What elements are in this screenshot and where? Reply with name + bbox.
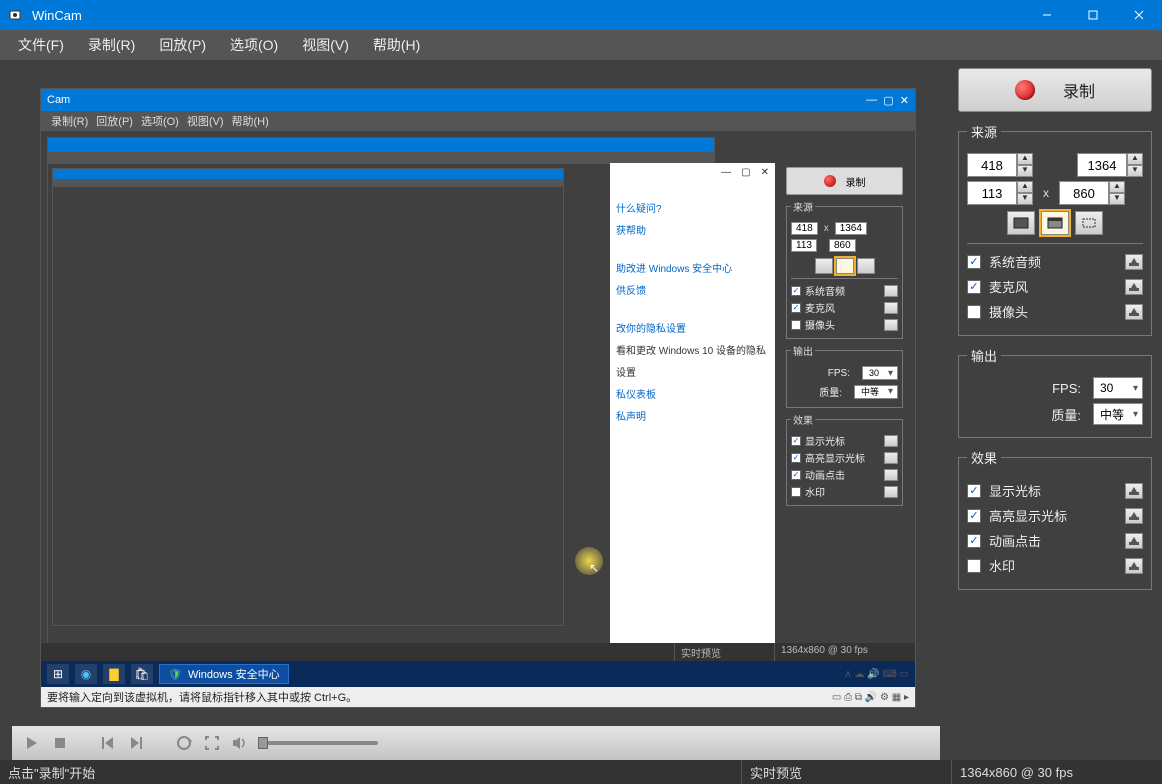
output-legend: 输出 xyxy=(967,346,1001,365)
menu-help[interactable]: 帮助(H) xyxy=(363,31,430,59)
status-mid: 实时预览 xyxy=(742,760,952,784)
maximize-button[interactable] xyxy=(1070,0,1116,30)
dimension-x-label: x xyxy=(1039,186,1053,200)
menu-playback[interactable]: 回放(P) xyxy=(149,31,216,59)
nested-menubar: 录制(R) 回放(P) 选项(O) 视图(V) 帮助(H) xyxy=(41,111,915,131)
mic-checkbox[interactable]: ✓麦克风 xyxy=(967,277,1028,296)
highlight-cursor-checkbox[interactable]: ✓高亮显示光标 xyxy=(967,506,1067,525)
play-button[interactable] xyxy=(22,733,42,753)
effects-panel: 效果 ✓显示光标 ✓高亮显示光标 ✓动画点击 水印 xyxy=(958,448,1152,590)
record-button-label: 录制 xyxy=(1063,78,1095,102)
mode-region-button[interactable] xyxy=(1075,211,1103,235)
status-left: 点击"录制"开始 xyxy=(0,760,742,784)
show-cursor-config-button[interactable] xyxy=(1125,483,1143,499)
quality-label: 质量: xyxy=(1051,405,1081,424)
stop-button[interactable] xyxy=(50,733,70,753)
app-icon xyxy=(8,7,24,23)
output-panel: 输出 FPS: 30 质量: 中等 xyxy=(958,346,1152,438)
nested-title: Cam xyxy=(47,94,70,106)
highlight-cursor-config-button[interactable] xyxy=(1125,508,1143,524)
sys-audio-config-button[interactable] xyxy=(1125,254,1143,270)
edge-icon: ◉ xyxy=(75,664,97,684)
menubar: 文件(F) 录制(R) 回放(P) 选项(O) 视图(V) 帮助(H) xyxy=(0,30,1162,60)
minimize-button[interactable] xyxy=(1024,0,1070,30)
source-h-input[interactable] xyxy=(1059,181,1109,205)
prev-button[interactable] xyxy=(98,733,118,753)
preview-content: Cam — ▢ ✕ 录制(R) 回放(P) 选项(O) 视图(V) 帮助(H) xyxy=(40,88,916,708)
camera-config-button[interactable] xyxy=(1125,304,1143,320)
playback-controls xyxy=(12,726,940,760)
record-button[interactable]: 录制 xyxy=(958,68,1152,112)
source-x-input[interactable] xyxy=(967,153,1017,177)
camera-checkbox[interactable]: 摄像头 xyxy=(967,302,1028,321)
source-panel: 来源 ▲▼ ▲▼ ▲▼ x ▲▼ ✓系统音频 ✓麦克风 xyxy=(958,122,1152,336)
mode-fullscreen-button[interactable] xyxy=(1007,211,1035,235)
nested-hintbar: 要将输入定向到该虚拟机，请将鼠标指针移入其中或按 Ctrl+G。 ▭ ⎙ ⧉ 🔊… xyxy=(41,687,915,707)
nested-maximize-icon: ▢ xyxy=(883,94,893,107)
close-button[interactable] xyxy=(1116,0,1162,30)
explorer-icon: ▇ xyxy=(103,664,125,684)
spin-buttons[interactable]: ▲▼ xyxy=(1017,153,1033,177)
mic-config-button[interactable] xyxy=(1125,279,1143,295)
preview-area: Cam — ▢ ✕ 录制(R) 回放(P) 选项(O) 视图(V) 帮助(H) xyxy=(12,72,944,714)
nested-taskbar: ⊞ ◉ ▇ 🛍 🛡Windows 安全中心 ∧ ☁ 🔊 ⌨ ▭ xyxy=(41,661,915,687)
status-right: 1364x860 @ 30 fps xyxy=(952,760,1162,784)
fullscreen-button[interactable] xyxy=(202,733,222,753)
titlebar: WinCam xyxy=(0,0,1162,30)
nested-titlebar: Cam — ▢ ✕ xyxy=(41,89,915,111)
nested-tray: ∧ ☁ 🔊 ⌨ ▭ xyxy=(844,669,909,680)
watermark-config-button[interactable] xyxy=(1125,558,1143,574)
volume-button[interactable] xyxy=(230,733,250,753)
menu-record[interactable]: 录制(R) xyxy=(78,31,145,59)
watermark-checkbox[interactable]: 水印 xyxy=(967,556,1015,575)
start-icon: ⊞ xyxy=(47,664,69,684)
source-w-input[interactable] xyxy=(1077,153,1127,177)
cursor-icon: ↖ xyxy=(589,561,599,575)
nested-minimize-icon: — xyxy=(866,94,877,106)
source-legend: 来源 xyxy=(967,122,1001,141)
effects-legend: 效果 xyxy=(967,448,1001,467)
sys-audio-checkbox[interactable]: ✓系统音频 xyxy=(967,252,1041,271)
fps-select[interactable]: 30 xyxy=(1093,377,1143,399)
menu-file[interactable]: 文件(F) xyxy=(8,31,74,59)
nested-white-panel: —▢✕ 什么疑问? 获帮助 助改进 Windows 安全中心 供反馈 改你的隐私… xyxy=(610,163,775,657)
animate-click-checkbox[interactable]: ✓动画点击 xyxy=(967,531,1041,550)
nested-close-icon: ✕ xyxy=(900,94,909,107)
app-title: WinCam xyxy=(32,8,82,23)
animate-click-config-button[interactable] xyxy=(1125,533,1143,549)
record-icon xyxy=(1015,80,1035,100)
quality-select[interactable]: 中等 xyxy=(1093,403,1143,425)
taskbar-app: 🛡Windows 安全中心 xyxy=(159,664,289,684)
show-cursor-checkbox[interactable]: ✓显示光标 xyxy=(967,481,1041,500)
next-button[interactable] xyxy=(126,733,146,753)
loop-button[interactable] xyxy=(174,733,194,753)
source-y-input[interactable] xyxy=(967,181,1017,205)
statusbar: 点击"录制"开始 实时预览 1364x860 @ 30 fps xyxy=(0,760,1162,784)
fps-label: FPS: xyxy=(1052,381,1081,396)
store-icon: 🛍 xyxy=(131,664,153,684)
mode-window-button[interactable] xyxy=(1041,211,1069,235)
volume-slider[interactable] xyxy=(258,741,378,745)
menu-options[interactable]: 选项(O) xyxy=(220,31,288,59)
menu-view[interactable]: 视图(V) xyxy=(292,31,359,59)
nested-side-panel: 录制 来源 418x1364 113 860 ✓系统音频 ✓麦克风 摄像头 输出 xyxy=(782,163,907,510)
